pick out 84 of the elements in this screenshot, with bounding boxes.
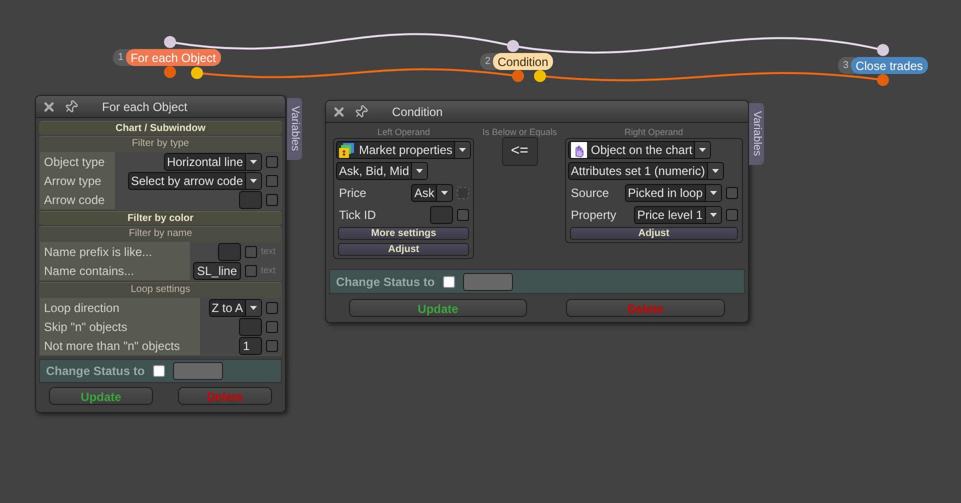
- connector-knob-icon[interactable]: [507, 40, 519, 52]
- input-field[interactable]: [239, 190, 262, 208]
- window-title: Condition: [392, 104, 443, 120]
- status-field[interactable]: [462, 272, 513, 290]
- group-header: Filter by type: [39, 136, 282, 151]
- coins-icon: [339, 142, 355, 158]
- section-header: Chart / Subwindow: [39, 121, 282, 135]
- input-field[interactable]: [218, 242, 241, 260]
- group-header: Loop settings: [39, 282, 282, 297]
- dropdown[interactable]: Ask, Bid, Mid: [336, 162, 428, 180]
- dropdown[interactable]: Attributes set 1 (numeric): [568, 162, 724, 180]
- field-label: Property: [570, 206, 618, 224]
- flow-node[interactable]: Close trades: [850, 57, 928, 74]
- checkbox[interactable]: [442, 276, 455, 288]
- checkbox[interactable]: [266, 156, 278, 168]
- field-label: Not more than "n" objects: [40, 336, 200, 355]
- dropdown[interactable]: Select by arrow code: [128, 172, 262, 190]
- dropdown[interactable]: Price level 1: [634, 206, 722, 224]
- dropdown[interactable]: Z to A: [208, 298, 262, 316]
- connector-knob-icon[interactable]: [534, 70, 546, 82]
- field-label: Price: [339, 184, 368, 202]
- connector-knob-icon[interactable]: [164, 36, 176, 48]
- caret-icon: [699, 148, 706, 152]
- input-field[interactable]: [430, 206, 454, 224]
- settings-button[interactable]: More settings: [338, 227, 470, 240]
- operator-box[interactable]: <=: [502, 137, 538, 166]
- checkbox[interactable]: [245, 264, 257, 276]
- section-header: Filter by color: [39, 211, 282, 225]
- field-label: Skip "n" objects: [40, 317, 200, 336]
- checkbox[interactable]: [245, 246, 257, 258]
- connector-knob-icon[interactable]: [512, 70, 524, 82]
- checkbox[interactable]: [152, 365, 165, 377]
- settings-button[interactable]: Adjust: [570, 227, 738, 240]
- field-label: Arrow type: [40, 171, 115, 190]
- dropdown[interactable]: Horizontal line: [164, 152, 262, 170]
- operator-caption: Is Below or Equals: [482, 127, 557, 138]
- caret-icon: [710, 190, 717, 194]
- close-icon[interactable]: [332, 104, 346, 118]
- group-header: Filter by name: [39, 226, 282, 241]
- field-label: Tick ID: [339, 206, 377, 224]
- input-field[interactable]: [239, 318, 262, 336]
- checkbox[interactable]: [266, 302, 278, 314]
- variables-tab[interactable]: Variables: [749, 103, 764, 165]
- caret-icon: [250, 178, 257, 182]
- flow-node[interactable]: Condition: [492, 53, 554, 70]
- window-title: For each Object: [102, 98, 188, 116]
- checkbox[interactable]: [726, 208, 738, 220]
- change-status-label: Change Status to: [46, 363, 145, 380]
- operand-caption: Right Operand: [624, 127, 684, 138]
- connector-knob-icon[interactable]: [877, 74, 889, 86]
- caret-icon: [459, 148, 466, 152]
- dropdown[interactable]: Object on the chart: [568, 141, 712, 159]
- caret-icon: [250, 306, 257, 310]
- dropdown[interactable]: Picked in loop: [624, 184, 722, 202]
- field-label: Arrow code: [40, 190, 115, 209]
- operand-caption: Left Operand: [377, 127, 430, 138]
- status-field[interactable]: [172, 362, 223, 380]
- change-status-label: Change Status to: [336, 274, 435, 290]
- checkbox[interactable]: [266, 320, 278, 332]
- field-label: Loop direction: [40, 298, 200, 317]
- connector-knob-icon[interactable]: [877, 44, 889, 56]
- checkbox[interactable]: [457, 208, 470, 220]
- checkbox[interactable]: [726, 186, 738, 198]
- hand-icon: [570, 142, 587, 158]
- caret-icon: [416, 169, 424, 173]
- field-label: Name prefix is like...: [40, 242, 190, 261]
- connector-knob-icon[interactable]: [191, 67, 203, 79]
- caret-icon: [250, 160, 257, 164]
- caret-icon: [441, 190, 448, 194]
- dropdown[interactable]: Market properties: [336, 141, 472, 159]
- variables-tab[interactable]: Variables: [287, 98, 302, 160]
- connector-knob-icon[interactable]: [164, 66, 176, 78]
- field-label: Source: [570, 184, 610, 202]
- checkbox[interactable]: [266, 174, 278, 186]
- caret-icon: [710, 212, 717, 216]
- settings-button[interactable]: Adjust: [338, 243, 470, 256]
- input-field[interactable]: 1: [239, 336, 262, 354]
- checkbox[interactable]: [266, 340, 278, 352]
- input-field[interactable]: SL_line: [192, 262, 241, 280]
- caret-icon: [712, 169, 719, 173]
- close-icon[interactable]: [42, 100, 56, 114]
- checkbox[interactable]: [266, 194, 278, 206]
- field-label: Object type: [40, 152, 115, 171]
- field-label: Name contains...: [40, 261, 190, 280]
